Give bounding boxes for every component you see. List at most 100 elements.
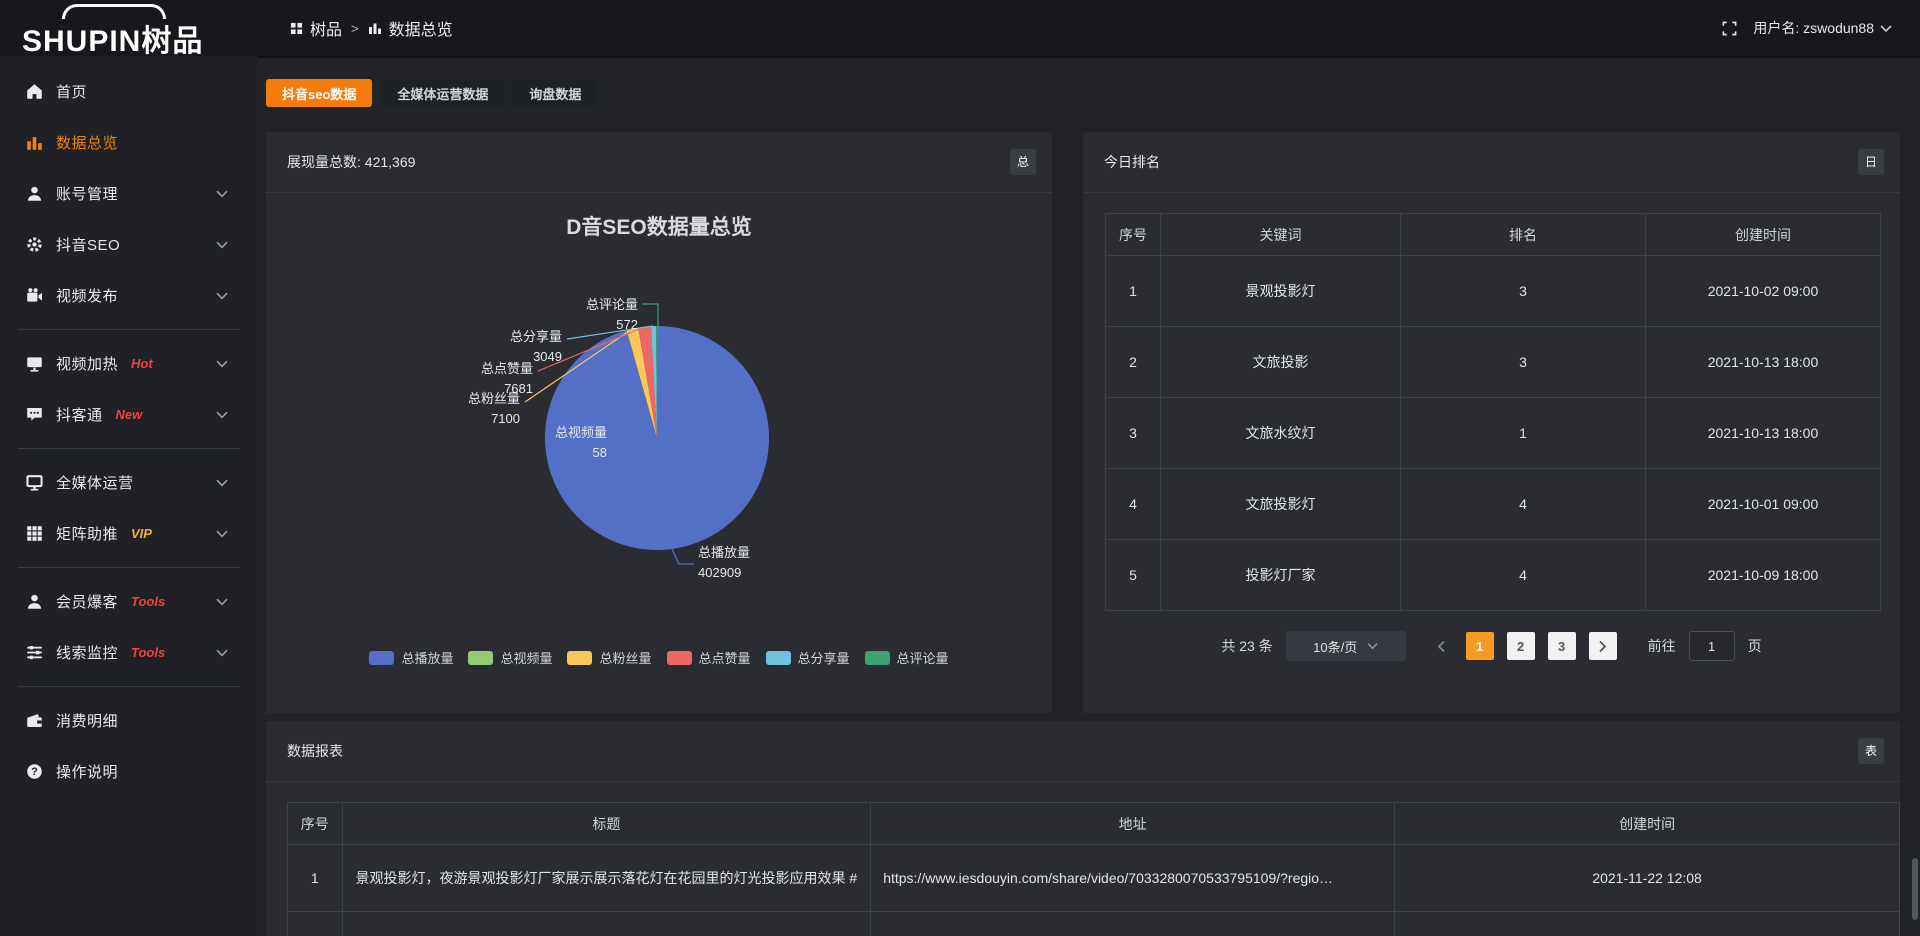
sidebar-item-label: 矩阵助推 xyxy=(56,523,118,544)
legend-swatch xyxy=(567,651,592,665)
question-icon: ? xyxy=(26,763,43,780)
page-button-1[interactable]: 1 xyxy=(1466,632,1494,660)
fullscreen-icon[interactable] xyxy=(1722,21,1737,36)
prev-page-button[interactable] xyxy=(1431,639,1453,654)
day-view-button[interactable]: 日 xyxy=(1858,149,1884,175)
legend-item[interactable]: 总播放量 xyxy=(369,648,453,667)
sidebar-item-label: 线索监控 xyxy=(56,642,118,663)
home-icon xyxy=(26,83,43,100)
goto-label: 前往 xyxy=(1648,636,1676,656)
sidebar-item-label: 首页 xyxy=(56,81,87,102)
ranking-title: 今日排名 xyxy=(1104,132,1160,192)
page-size-value: 10条/页 xyxy=(1313,637,1357,656)
sidebar-item-media-operation[interactable]: 全媒体运营 xyxy=(0,457,258,508)
pie-label: 总播放量 xyxy=(698,545,750,560)
sidebar-badge: Tools xyxy=(131,645,165,660)
tab-bar: 抖音seo数据全媒体运营数据询盘数据 xyxy=(266,79,597,107)
report-panel: 数据报表 表 序号标题地址创建时间1景观投影灯，夜游景观投影灯厂家展示展示落花灯… xyxy=(266,721,1900,936)
tab-inquiry-data[interactable]: 询盘数据 xyxy=(513,79,597,107)
legend-item[interactable]: 总评论量 xyxy=(865,648,949,667)
table-cell: 2 xyxy=(1106,327,1161,398)
chevron-down-icon xyxy=(1367,642,1378,650)
page-button-3[interactable]: 3 xyxy=(1548,632,1576,660)
page-button-2[interactable]: 2 xyxy=(1507,632,1535,660)
table-cell: 2021-10-09 18:00 xyxy=(1646,540,1881,611)
pie-label: 总评论量 xyxy=(586,297,638,312)
table-cell: 1 xyxy=(1106,256,1161,327)
video-link[interactable]: https://www.iesdouyin.com/share/video/70… xyxy=(871,845,1395,912)
legend-item[interactable]: 总分享量 xyxy=(766,648,850,667)
table-cell: 2021-10-01 09:00 xyxy=(1646,469,1881,540)
chevron-down-icon xyxy=(216,598,228,606)
legend-item[interactable]: 总视频量 xyxy=(468,648,552,667)
tab-douyin-seo-data[interactable]: 抖音seo数据 xyxy=(266,79,372,107)
tab-media-operation-data[interactable]: 全媒体运营数据 xyxy=(381,79,504,107)
total-view-button[interactable]: 总 xyxy=(1010,149,1036,175)
page-size-select[interactable]: 10条/页 xyxy=(1286,631,1406,661)
table-row: 1景观投影灯，夜游景观投影灯厂家展示展示落花灯在花园里的灯光投影应用效果 #ht… xyxy=(288,845,1900,912)
sidebar-item-label: 抖音SEO xyxy=(56,234,120,255)
chevron-down-icon xyxy=(216,360,228,368)
grid-icon xyxy=(26,525,43,542)
table-cell: 2021-10-02 09:00 xyxy=(1646,256,1881,327)
table-row: 5投影灯厂家42021-10-09 18:00 xyxy=(1106,540,1881,611)
sidebar-item-douyin-seo[interactable]: 抖音SEO xyxy=(0,219,258,270)
impressions-total-label: 展现量总数: 421,369 xyxy=(287,132,415,192)
chevron-down-icon xyxy=(216,411,228,419)
legend-label: 总点赞量 xyxy=(699,648,751,667)
table-cell: 3 xyxy=(1401,256,1646,327)
sidebar-item-account-manage[interactable]: 账号管理 xyxy=(0,168,258,219)
table-cell xyxy=(1395,912,1900,936)
sidebar: 首页数据总览账号管理抖音SEO视频发布视频加热Hot抖客通New全媒体运营矩阵助… xyxy=(0,56,258,936)
chevron-down-icon xyxy=(216,530,228,538)
sidebar-item-data-overview[interactable]: 数据总览 xyxy=(0,117,258,168)
breadcrumb-item-root[interactable]: 树品 xyxy=(310,16,342,40)
user-menu[interactable]: 用户名: zswodun88 xyxy=(1753,18,1892,38)
pie-chart: 总播放量402909总视频量58总粉丝量7100总点赞量7681总分享量3049… xyxy=(266,193,1052,643)
bar-chart-icon xyxy=(26,134,43,151)
sidebar-item-label: 视频加热 xyxy=(56,353,118,374)
chat-icon xyxy=(26,406,43,423)
sidebar-divider xyxy=(18,686,240,687)
report-table: 序号标题地址创建时间1景观投影灯，夜游景观投影灯厂家展示展示落花灯在花园里的灯光… xyxy=(287,802,1900,936)
scrollbar-thumb[interactable] xyxy=(1912,858,1918,920)
person-icon xyxy=(26,593,43,610)
user-icon xyxy=(26,185,43,202)
sidebar-divider xyxy=(18,329,240,330)
table-cell: 4 xyxy=(1106,469,1161,540)
legend-label: 总视频量 xyxy=(500,648,552,667)
legend-item[interactable]: 总粉丝量 xyxy=(567,648,651,667)
breadcrumb-item-current: 数据总览 xyxy=(389,16,453,40)
column-header: 序号 xyxy=(288,803,343,845)
table-view-button[interactable]: 表 xyxy=(1858,738,1884,764)
next-page-button[interactable] xyxy=(1589,632,1617,660)
table-cell: 景观投影灯 xyxy=(1161,256,1401,327)
sidebar-item-clue-monitor[interactable]: 线索监控 Tools xyxy=(0,627,258,678)
chevron-down-icon xyxy=(216,241,228,249)
breadcrumb: 树品 > 数据总览 xyxy=(290,0,453,56)
app-header: SHUPIN树品 树品 > 数据总览 用户名: zswodun88 xyxy=(0,0,1920,58)
overview-panel-header: 展现量总数: 421,369 总 xyxy=(266,132,1052,193)
sidebar-badge: Tools xyxy=(131,594,165,609)
sidebar-item-consumption-detail[interactable]: 消费明细 xyxy=(0,695,258,746)
sidebar-item-video-heat[interactable]: 视频加热 Hot xyxy=(0,338,258,389)
sidebar-item-douketong[interactable]: 抖客通New xyxy=(0,389,258,440)
legend-item[interactable]: 总点赞量 xyxy=(667,648,751,667)
sidebar-item-matrix-boost[interactable]: 矩阵助推VIP xyxy=(0,508,258,559)
sidebar-item-member-baoke[interactable]: 会员爆客Tools xyxy=(0,576,258,627)
chevron-down-icon xyxy=(216,190,228,198)
sidebar-badge: Hot xyxy=(131,356,153,371)
pie-label: 7681 xyxy=(504,381,533,396)
sidebar-item-operation-guide[interactable]: ?操作说明 xyxy=(0,746,258,797)
chevron-left-icon xyxy=(1437,640,1446,653)
chevron-right-icon xyxy=(1598,640,1607,653)
column-header: 创建时间 xyxy=(1395,803,1900,845)
goto-page-input[interactable] xyxy=(1689,631,1735,661)
table-cell: 2021-11-22 12:08 xyxy=(1395,845,1900,912)
sidebar-item-home[interactable]: 首页 xyxy=(0,66,258,117)
video-icon xyxy=(26,287,43,304)
grid-small-icon xyxy=(290,22,303,35)
sidebar-badge: New xyxy=(116,407,143,422)
sidebar-item-video-publish[interactable]: 视频发布 xyxy=(0,270,258,321)
sliders-icon xyxy=(26,644,43,661)
